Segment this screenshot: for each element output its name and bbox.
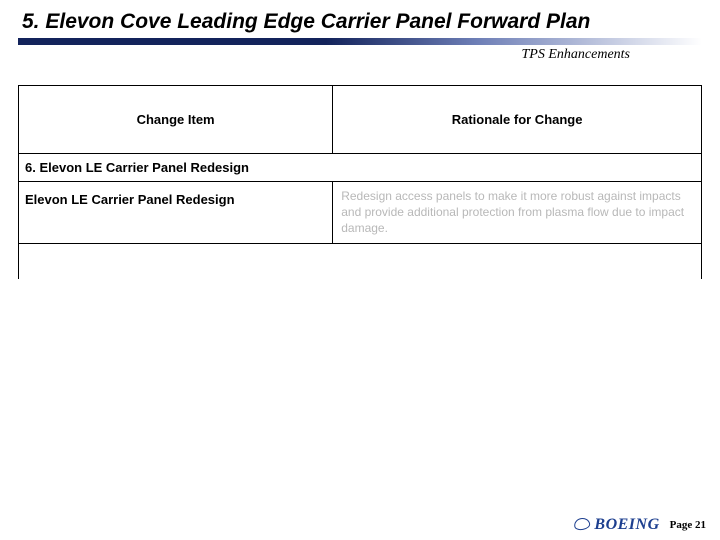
boeing-logo: BOEING: [574, 516, 659, 534]
slide-title: 5. Elevon Cove Leading Edge Carrier Pane…: [0, 0, 720, 38]
table-section-row: 6. Elevon LE Carrier Panel Redesign: [19, 154, 701, 182]
empty-area: [19, 243, 701, 279]
header-rationale: Rationale for Change: [333, 86, 701, 154]
rationale-cell: Redesign access panels to make it more r…: [333, 182, 701, 244]
table-header-row: Change Item Rationale for Change: [19, 86, 701, 154]
page-number: Page 21: [670, 519, 706, 531]
table-row: Elevon LE Carrier Panel Redesign Redesig…: [19, 182, 701, 244]
table-row: [19, 243, 701, 279]
slide-footer: BOEING Page 21: [574, 516, 706, 534]
slide-subtitle: TPS Enhancements: [0, 45, 720, 63]
title-rule: [18, 38, 702, 45]
change-item-cell: Elevon LE Carrier Panel Redesign: [19, 182, 333, 244]
header-change-item: Change Item: [19, 86, 333, 154]
change-table: Change Item Rationale for Change 6. Elev…: [18, 85, 702, 279]
section-title: 6. Elevon LE Carrier Panel Redesign: [19, 154, 701, 182]
